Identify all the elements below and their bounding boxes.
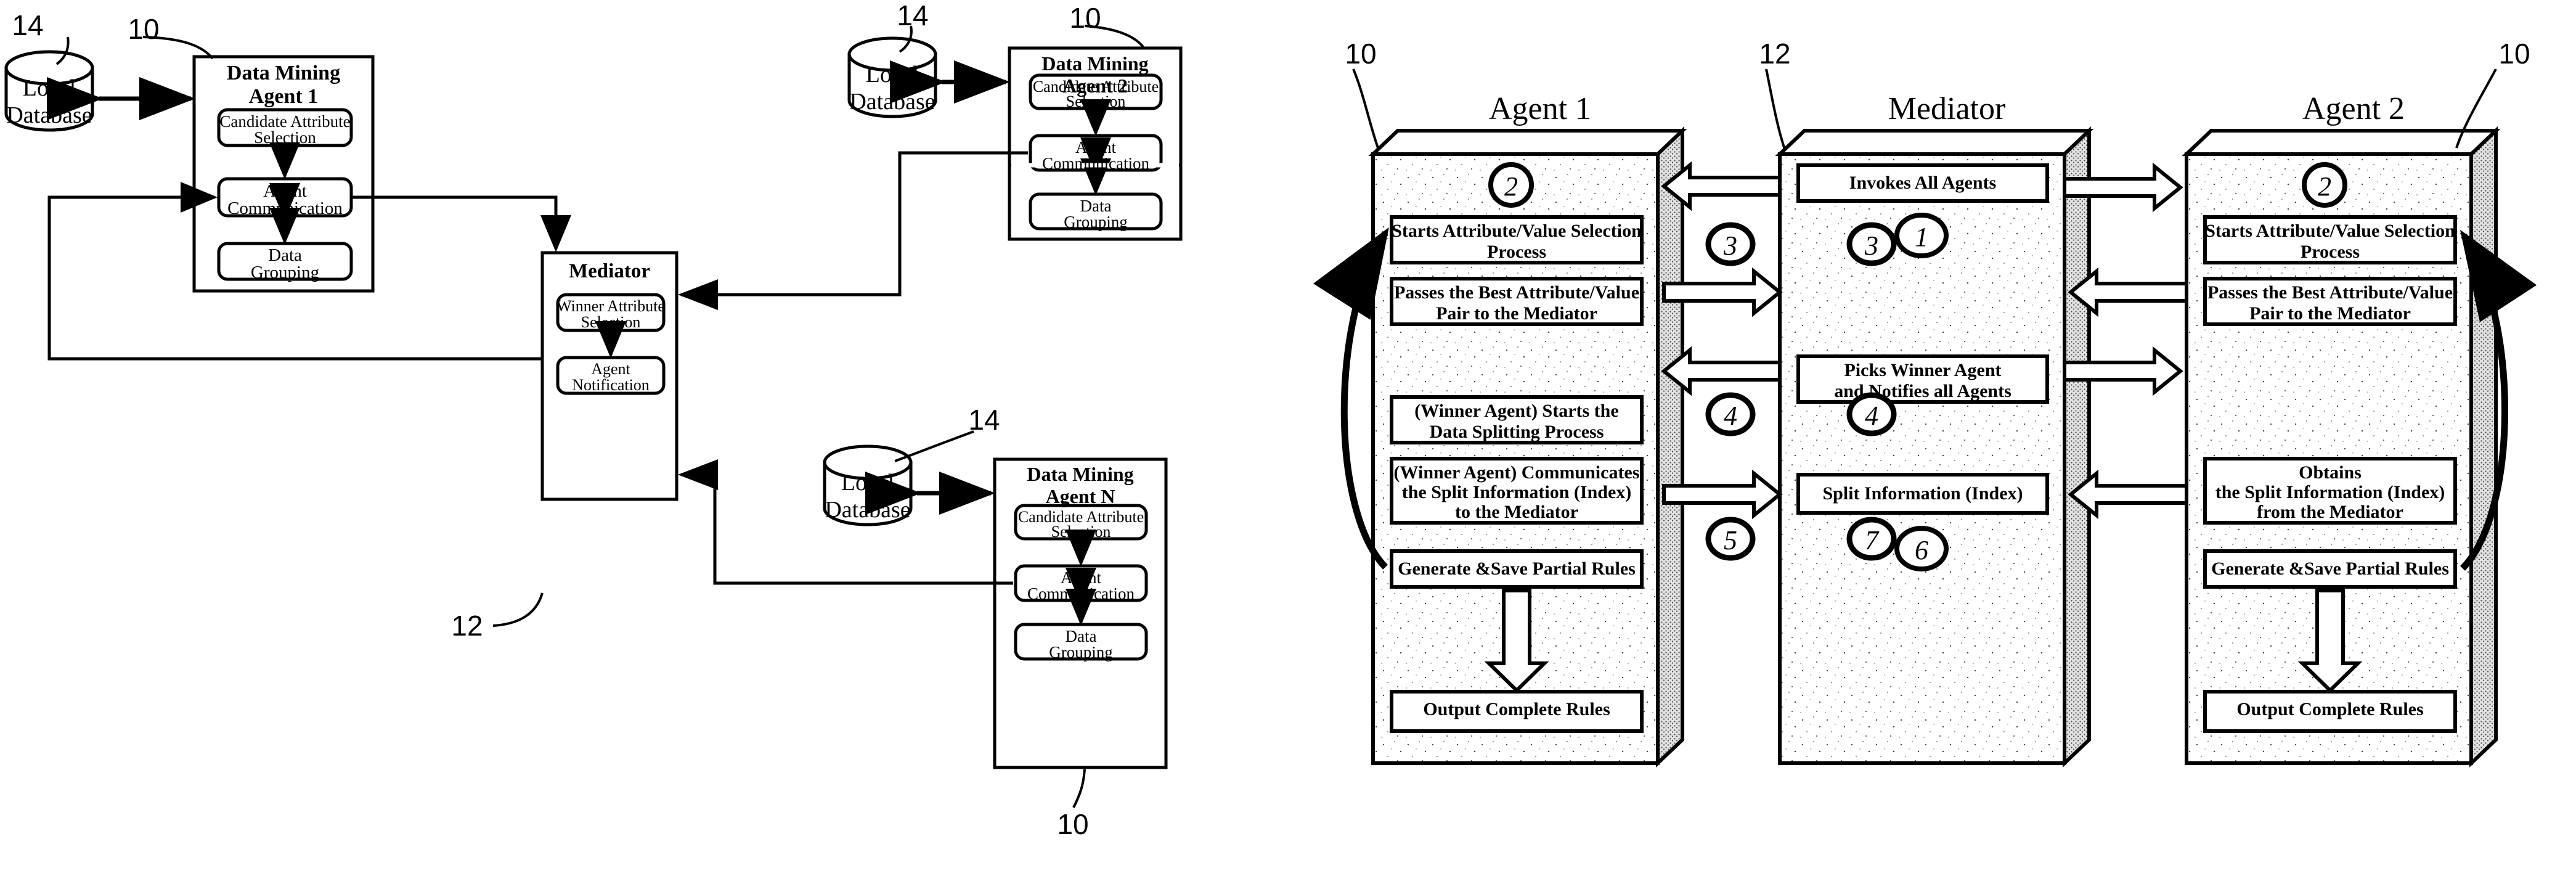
right-ref-label-12-mediator: 12: [1759, 38, 1791, 70]
right-agent1-step4-line3: to the Mediator: [1455, 502, 1578, 522]
right-agent1-circle-number: 2: [1504, 171, 1518, 202]
flow-number-left-4: 4: [1724, 401, 1737, 431]
right-agent1-step4-line2: the Split Information (Index): [1401, 482, 1632, 502]
local-database-2-label-line2: Database: [849, 89, 935, 115]
agent2-module-candidate-attribute-line2: Selection: [1066, 92, 1126, 110]
agent2-module-data-grouping-line2: Grouping: [1064, 213, 1128, 231]
flow-number-right-3: 3: [1865, 231, 1878, 261]
mediator-module-agent-notification-line1: Agent: [591, 360, 630, 378]
right-mediator-step2-line1: Picks Winner Agent: [1844, 360, 2002, 380]
right-ref-label-10-agent1: 10: [1345, 38, 1377, 70]
agent1-module-agent-communication-line2: Communication: [227, 198, 343, 218]
mediator-module-winner-attribute-line1: Winner Attribute: [556, 297, 665, 315]
right-agent1-step6-line1: Output Complete Rules: [1423, 699, 1610, 719]
local-database-n-label-line1: Local: [841, 470, 895, 496]
mediator-module-agent-notification-line2: Notification: [572, 376, 650, 394]
right-mediator-step1-line1: Invokes All Agents: [1849, 173, 1997, 193]
agentn-title-line2: Agent N: [1045, 485, 1115, 507]
right-agent2-step4-line1: Generate &Save Partial Rules: [2211, 559, 2449, 579]
right-agent2-step5-line1: Output Complete Rules: [2236, 699, 2424, 719]
local-database-1-label-line1: Local: [22, 75, 76, 101]
ref-label-14-dbn: 14: [968, 404, 1000, 436]
ref-label-12-mediator: 12: [451, 610, 483, 642]
ref-label-14-db2: 14: [897, 0, 929, 31]
flow-number-right-7: 7: [1865, 525, 1878, 555]
right-agent2-step3-line1: Obtains: [2299, 462, 2362, 483]
right-column-header-agent1: Agent 1: [1488, 91, 1592, 126]
agentn-module-candidate-attribute-line2: Selection: [1051, 523, 1111, 541]
agent1-module-data-grouping-line2: Grouping: [250, 263, 320, 282]
right-agent2-step2-line1: Passes the Best Attribute/Value: [2207, 282, 2453, 303]
agent1-title-line1: Data Mining: [226, 62, 341, 84]
right-agent1-step3-line1: (Winner Agent) Starts the: [1414, 401, 1619, 421]
right-agent1-step3-line2: Data Splitting Process: [1429, 422, 1604, 442]
right-agent1-step1-line2: Process: [1486, 242, 1547, 262]
local-database-1-label-line2: Database: [6, 102, 92, 128]
right-agent2-step3-line3: from the Mediator: [2257, 502, 2403, 522]
mediator-module-winner-attribute-line2: Selection: [581, 313, 641, 331]
right-agent1-step5-line1: Generate &Save Partial Rules: [1398, 559, 1636, 579]
right-agent2-step2-line2: Pair to the Mediator: [2249, 303, 2411, 324]
ref-label-10-agent2: 10: [1069, 2, 1101, 34]
agentn-title-line1: Data Mining: [1027, 463, 1134, 485]
ref-label-10-agent1: 10: [128, 13, 160, 45]
diagram-vector-layer: [4, 25, 2537, 808]
right-agent1-step2-line2: Pair to the Mediator: [1436, 303, 1597, 324]
right-mediator-circle-number-top: 1: [1915, 222, 1928, 252]
agent1-title-line2: Agent 1: [248, 85, 319, 108]
right-ref-label-10-agent2: 10: [2498, 38, 2530, 70]
ref-label-10-agentn: 10: [1057, 808, 1089, 840]
right-agent1-step1-line1: Starts Attribute/Value Selection: [1392, 221, 1642, 241]
mediator-title: Mediator: [569, 260, 650, 282]
right-mediator-step3-line1: Split Information (Index): [1822, 483, 2023, 504]
ref-label-14-db1: 14: [12, 9, 44, 41]
flow-number-left-5: 5: [1724, 525, 1737, 555]
right-mediator-step2-line2: and Notifies all Agents: [1834, 381, 2011, 401]
right-agent2-step1-line2: Process: [2300, 242, 2360, 262]
agent2-module-agent-communication-line2: Communication: [1042, 154, 1149, 173]
flow-number-left-3: 3: [1724, 231, 1737, 261]
right-mediator-circle-number-bottom: 6: [1915, 535, 1928, 565]
agent2-title-line1: Data Mining: [1041, 52, 1149, 75]
right-column-header-mediator: Mediator: [1888, 91, 2006, 126]
agentn-module-data-grouping-line2: Grouping: [1049, 643, 1113, 661]
right-agent1-step4-line1: (Winner Agent) Communicates: [1393, 462, 1640, 483]
figure-canvas: 14 10 14 10 14 10 12 Local Database Loca…: [0, 0, 2576, 892]
local-database-2-label-line1: Local: [865, 62, 919, 88]
right-agent2-step3-line2: the Split Information (Index): [2215, 482, 2445, 502]
agent1-module-candidate-attribute-line2: Selection: [254, 128, 316, 147]
flow-number-right-4: 4: [1865, 401, 1878, 431]
right-column-header-agent2: Agent 2: [2302, 91, 2405, 126]
local-database-n-label-line2: Database: [825, 497, 911, 523]
right-agent1-step2-line1: Passes the Best Attribute/Value: [1393, 282, 1640, 303]
agentn-module-agent-communication-line2: Communication: [1027, 584, 1135, 603]
right-agent2-step1-line1: Starts Attribute/Value Selection: [2205, 221, 2455, 241]
right-agent2-circle-number: 2: [2318, 171, 2331, 202]
